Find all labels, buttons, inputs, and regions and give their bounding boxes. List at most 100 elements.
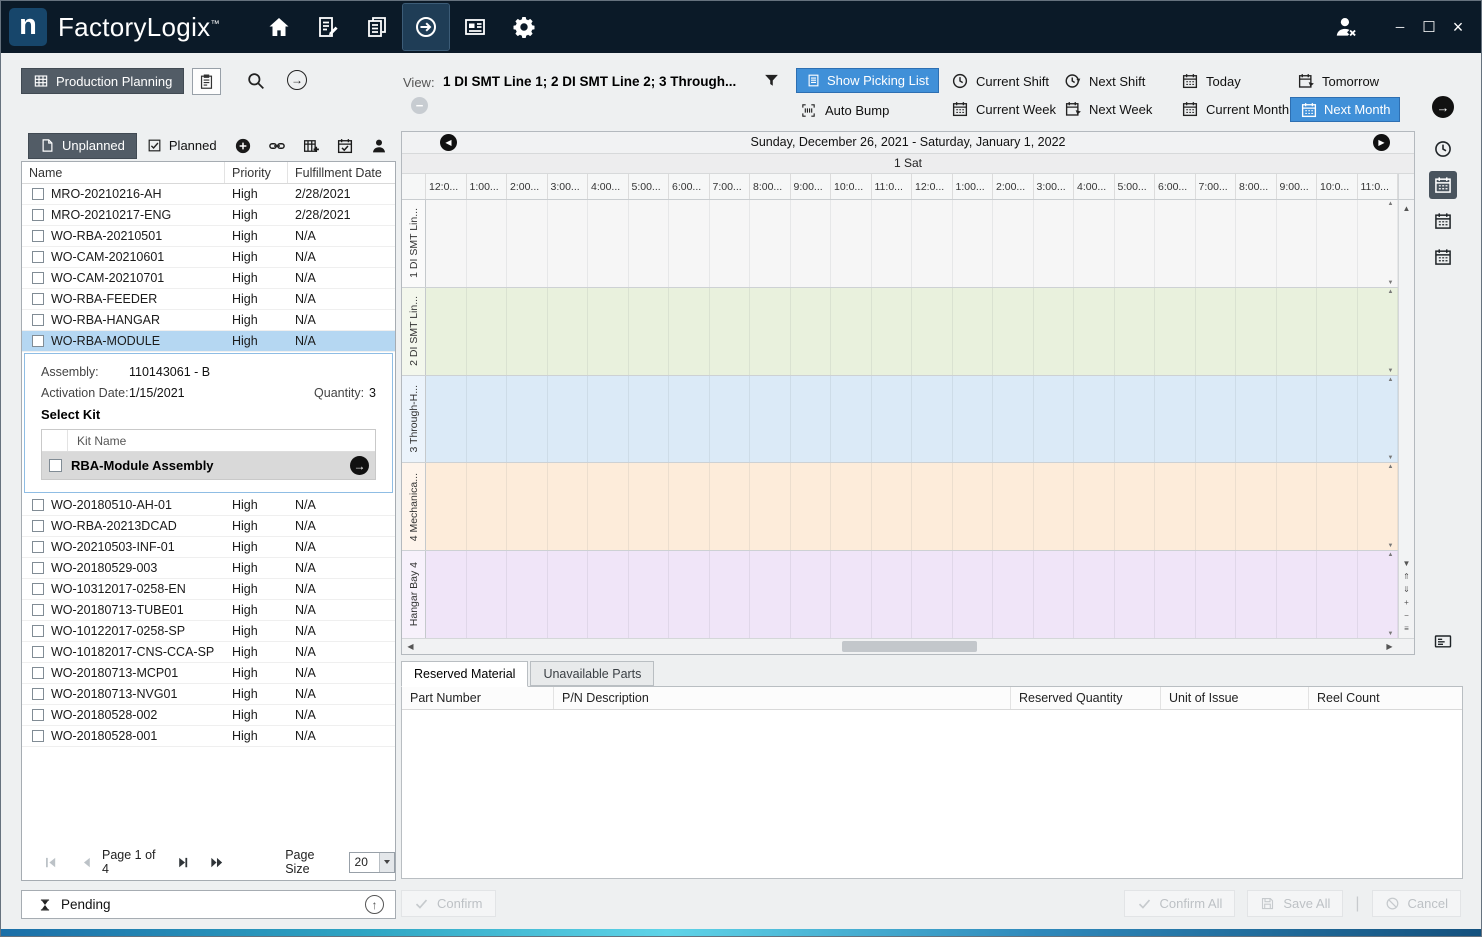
gantt-horizontal-scrollbar[interactable]: ◀ ▶ xyxy=(402,638,1414,654)
work-order-row[interactable]: WO-20180713-MCP01 High N/A xyxy=(22,663,395,684)
logout-button[interactable] xyxy=(1324,9,1368,45)
row-checkbox[interactable] xyxy=(32,667,44,679)
row-checkbox[interactable] xyxy=(32,562,44,574)
scroll-up-icon[interactable]: ▲ xyxy=(1403,202,1411,215)
work-order-row[interactable]: WO-CAM-20210601 High N/A xyxy=(22,247,395,268)
shift-view-button[interactable] xyxy=(1429,135,1457,163)
row-checkbox[interactable] xyxy=(32,272,44,284)
kit-row[interactable]: RBA-Module Assembly → xyxy=(42,452,375,479)
tab-unplanned[interactable]: Unplanned xyxy=(28,133,137,159)
column-header[interactable]: Name xyxy=(22,162,225,183)
row-scroll-up-icon[interactable]: ▲ xyxy=(1385,377,1396,383)
current-week-button[interactable]: Current Week xyxy=(951,100,1056,118)
column-header[interactable]: Priority xyxy=(225,162,288,183)
next-week-button[interactable]: Next Week xyxy=(1064,100,1152,118)
confirm-all-button[interactable]: Confirm All xyxy=(1124,890,1236,917)
row-checkbox[interactable] xyxy=(32,583,44,595)
next-period-button[interactable]: ▶ xyxy=(1373,134,1390,151)
save-all-button[interactable]: Save All xyxy=(1247,890,1343,917)
row-checkbox[interactable] xyxy=(32,188,44,200)
row-checkbox[interactable] xyxy=(32,646,44,658)
link-icon[interactable] xyxy=(268,137,286,155)
resource-timeline[interactable] xyxy=(426,288,1398,375)
row-scroll-down-icon[interactable]: ▼ xyxy=(1385,280,1396,286)
production-planning-button[interactable]: Production Planning xyxy=(21,68,184,94)
work-order-row[interactable]: WO-RBA-HANGAR High N/A xyxy=(22,310,395,331)
minimize-button[interactable]: ─ xyxy=(1389,16,1411,38)
row-scroll-up-icon[interactable]: ▲ xyxy=(1385,552,1396,558)
tab-unavailable-parts[interactable]: Unavailable Parts xyxy=(530,661,654,686)
resource-timeline[interactable] xyxy=(426,463,1398,550)
work-order-row[interactable]: WO-20180713-TUBE01 High N/A xyxy=(22,600,395,621)
jump-to-button[interactable]: → xyxy=(1429,93,1457,121)
week-view-button[interactable] xyxy=(1429,207,1457,235)
scroll-right-icon[interactable]: ▶ xyxy=(1382,639,1397,654)
row-scroll-down-icon[interactable]: ▼ xyxy=(1385,631,1396,637)
column-header[interactable]: Reserved Quantity xyxy=(1011,687,1161,709)
last-page-button[interactable] xyxy=(208,855,225,870)
maximize-button[interactable]: ☐ xyxy=(1418,16,1440,38)
resource-timeline[interactable] xyxy=(426,376,1398,463)
previous-page-button[interactable] xyxy=(78,855,95,870)
column-header[interactable]: Fulfillment Date xyxy=(288,162,395,183)
nav-home[interactable] xyxy=(256,4,302,50)
gantt-resource-row[interactable]: 1 DI SMT Lin... ▲ ▼ xyxy=(402,200,1398,288)
gantt-resource-row[interactable]: 2 DI SMT Lin... ▲ ▼ xyxy=(402,288,1398,376)
row-checkbox[interactable] xyxy=(32,230,44,242)
calendar-check-icon[interactable] xyxy=(336,137,354,155)
row-checkbox[interactable] xyxy=(32,625,44,637)
zoom-in-icon[interactable]: + xyxy=(1404,596,1409,609)
kit-checkbox[interactable] xyxy=(49,459,62,472)
day-view-button[interactable] xyxy=(1429,171,1457,199)
work-order-row[interactable]: WO-20180510-AH-01 High N/A xyxy=(22,495,395,516)
confirm-button[interactable]: Confirm xyxy=(401,890,496,917)
row-scroll-up-icon[interactable]: ▲ xyxy=(1385,289,1396,295)
tab-reserved-material[interactable]: Reserved Material xyxy=(401,661,528,687)
view-value[interactable]: 1 DI SMT Line 1; 2 DI SMT Line 2; 3 Thro… xyxy=(443,74,736,89)
current-shift-button[interactable]: Current Shift xyxy=(951,72,1049,90)
resource-timeline[interactable] xyxy=(426,551,1398,638)
scroll-down-icon[interactable]: ▼ xyxy=(1403,557,1411,570)
cancel-button[interactable]: Cancel xyxy=(1372,890,1461,917)
work-order-row[interactable]: WO-10122017-0258-SP High N/A xyxy=(22,621,395,642)
column-header[interactable]: Reel Count xyxy=(1309,687,1462,709)
auto-bump-button[interactable]: Auto Bump xyxy=(800,102,889,119)
nav-npi[interactable] xyxy=(305,4,351,50)
gantt-resource-row[interactable]: Hangar Bay 4 ▲ ▼ xyxy=(402,551,1398,638)
row-checkbox[interactable] xyxy=(32,314,44,326)
row-checkbox[interactable] xyxy=(32,209,44,221)
work-order-row[interactable]: WO-RBA-FEEDER High N/A xyxy=(22,289,395,310)
month-view-button[interactable] xyxy=(1429,243,1457,271)
row-checkbox[interactable] xyxy=(32,499,44,511)
gantt-resource-row[interactable]: 3 Through-H... ▲ ▼ xyxy=(402,376,1398,464)
row-checkbox[interactable] xyxy=(32,293,44,305)
work-order-row[interactable]: MRO-20210217-ENG High 2/28/2021 xyxy=(22,205,395,226)
tab-planned[interactable]: Planned xyxy=(137,133,227,159)
page-down-icon[interactable]: ⇓ xyxy=(1403,583,1410,596)
add-icon[interactable] xyxy=(234,137,252,155)
page-up-icon[interactable]: ⇑ xyxy=(1403,570,1410,583)
page-size-select[interactable]: 20 xyxy=(349,852,395,873)
next-shift-button[interactable]: Next Shift xyxy=(1064,72,1145,90)
kit-go-button[interactable]: → xyxy=(350,456,369,475)
row-scroll-down-icon[interactable]: ▼ xyxy=(1385,368,1396,374)
show-picking-list-button[interactable]: Show Picking List xyxy=(796,68,939,93)
row-checkbox[interactable] xyxy=(32,541,44,553)
work-order-row[interactable]: WO-RBA-20213DCAD High N/A xyxy=(22,516,395,537)
close-button[interactable]: × xyxy=(1447,16,1469,38)
row-scroll-down-icon[interactable]: ▼ xyxy=(1385,543,1396,549)
search-icon[interactable] xyxy=(246,71,266,91)
column-header[interactable]: Unit of Issue xyxy=(1161,687,1309,709)
column-header[interactable]: Part Number xyxy=(402,687,554,709)
fit-icon[interactable]: ≡ xyxy=(1404,622,1409,635)
today-button[interactable]: Today xyxy=(1181,72,1241,90)
expand-pending-button[interactable]: ↑ xyxy=(365,895,384,914)
next-month-button[interactable]: Next Month xyxy=(1290,97,1400,122)
work-order-row[interactable]: WO-20180528-001 High N/A xyxy=(22,726,395,747)
go-button[interactable]: → xyxy=(287,70,307,90)
work-order-row[interactable]: WO-10312017-0258-EN High N/A xyxy=(22,579,395,600)
work-order-row[interactable]: WO-RBA-MODULE High N/A xyxy=(22,331,395,352)
pending-bar[interactable]: Pending ↑ xyxy=(21,890,396,919)
collapse-button[interactable]: − xyxy=(411,97,428,114)
work-order-row[interactable]: WO-20180528-002 High N/A xyxy=(22,705,395,726)
